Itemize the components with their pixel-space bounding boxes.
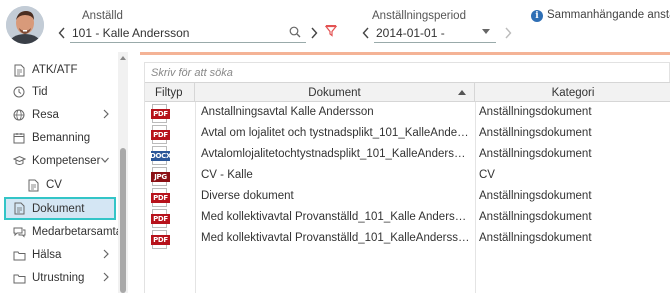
sidebar-item-resa[interactable]: Resa xyxy=(4,104,116,126)
document-category: Anställningsdokument xyxy=(479,148,592,160)
document-category: Anställningsdokument xyxy=(479,232,592,244)
next-employee-icon[interactable] xyxy=(308,24,320,42)
table-row[interactable]: PDF Med kollektivavtal Provanställd_101_K… xyxy=(145,229,670,249)
pdf-file-icon: PDF xyxy=(151,209,170,229)
sidebar-item-label: Tid xyxy=(32,86,48,98)
next-period-icon[interactable] xyxy=(502,24,514,42)
search-input[interactable] xyxy=(145,63,669,82)
sidebar-item-kompetenser[interactable]: Kompetenser xyxy=(4,150,116,172)
sidebar-item-tid[interactable]: Tid xyxy=(4,81,116,103)
sidebar-item-label: Utrustning xyxy=(32,272,85,284)
graduation-cap-icon xyxy=(12,154,26,168)
chevron-right-icon xyxy=(102,271,110,286)
sidebar: ATK/ATF Tid Resa Bemanning Kompetenser C… xyxy=(0,52,128,293)
document-icon xyxy=(26,178,40,192)
grid-search xyxy=(144,62,670,82)
panel-accent-line xyxy=(140,52,670,55)
dropdown-icon[interactable] xyxy=(482,29,490,34)
file-type-badge: PDF xyxy=(151,109,170,119)
info-text: Sammanhängande anställning xyxy=(547,9,670,21)
pdf-file-icon: PDF xyxy=(151,230,170,250)
previous-employee-icon[interactable] xyxy=(56,24,68,42)
column-header-document[interactable]: Dokument xyxy=(195,83,475,102)
document-name[interactable]: Avtalomlojalitetochtystnadsplikt_101_Kal… xyxy=(201,148,471,160)
search-icon[interactable] xyxy=(289,26,301,41)
table-row[interactable]: DOCX Avtalomlojalitetochtystnadsplikt_101… xyxy=(145,145,670,165)
document-name[interactable]: Anstallningsavtal Kalle Andersson xyxy=(201,106,471,118)
previous-period-icon[interactable] xyxy=(360,24,372,42)
docx-file-icon: DOCX xyxy=(149,146,172,166)
table-row[interactable]: PDF Diverse dokument Anställningsdokument xyxy=(145,187,670,207)
column-header-category[interactable]: Kategori xyxy=(475,83,670,102)
documents-grid: Filtyp Dokument Kategori PDF Anstallnings… xyxy=(144,82,670,293)
jpg-file-icon: JPG xyxy=(151,167,170,187)
sidebar-item-label: Hälsa xyxy=(32,249,62,261)
document-category: CV xyxy=(479,169,495,181)
table-row[interactable]: PDF Avtal om lojalitet och tystnadsplikt_… xyxy=(145,124,670,144)
sidebar-item-label: Resa xyxy=(32,109,59,121)
document-icon xyxy=(12,202,26,216)
employee-input[interactable] xyxy=(70,23,306,43)
chevron-right-icon xyxy=(102,248,110,263)
sidebar-item-bemanning[interactable]: Bemanning xyxy=(4,127,116,149)
employee-label: Anställd xyxy=(82,10,123,22)
sidebar-item-label: Medarbetarsamtal xyxy=(32,226,125,238)
sidebar-scrollbar[interactable] xyxy=(118,52,128,293)
chevron-down-icon xyxy=(100,154,110,169)
document-category: Anställningsdokument xyxy=(479,106,592,118)
sidebar-item-label: CV xyxy=(46,179,62,191)
table-row[interactable]: PDF Anstallningsavtal Kalle Andersson Anst… xyxy=(145,103,670,123)
scrollbar-thumb[interactable] xyxy=(120,148,126,293)
info-icon: i xyxy=(531,10,543,22)
sidebar-item-halsa[interactable]: Hälsa xyxy=(4,244,116,266)
pdf-file-icon: PDF xyxy=(151,104,170,124)
file-type-badge: JPG xyxy=(151,172,170,182)
document-name[interactable]: Med kollektivavtal Provanställd_101_Kall… xyxy=(201,232,471,244)
period-select[interactable] xyxy=(374,23,496,43)
document-icon xyxy=(12,63,26,77)
chevron-right-icon xyxy=(102,108,110,123)
chat-icon xyxy=(12,225,26,239)
sidebar-item-dokument[interactable]: Dokument xyxy=(4,197,116,220)
document-name[interactable]: Med kollektivavtal Provanställd_101_Kall… xyxy=(201,211,471,223)
pdf-file-icon: PDF xyxy=(151,188,170,208)
avatar[interactable] xyxy=(6,6,44,44)
grid-header: Filtyp Dokument Kategori xyxy=(145,82,670,102)
folder-icon xyxy=(12,271,26,285)
sort-ascending-icon xyxy=(458,90,466,95)
document-name[interactable]: CV - Kalle xyxy=(201,169,471,181)
period-label: Anställningsperiod xyxy=(372,10,466,22)
document-category: Anställningsdokument xyxy=(479,211,592,223)
file-type-badge: PDF xyxy=(151,130,170,140)
sidebar-item-label: Dokument xyxy=(32,202,85,215)
sidebar-item-label: ATK/ATF xyxy=(32,64,78,76)
sidebar-item-utrustning[interactable]: Utrustning xyxy=(4,267,116,289)
document-category: Anställningsdokument xyxy=(479,190,592,202)
header: Anställd Anställningsperiod i Sammanhäng… xyxy=(0,0,670,52)
document-name[interactable]: Avtal om lojalitet och tystnadsplikt_101… xyxy=(201,127,471,139)
table-row[interactable]: PDF Med kollektivavtal Provanställd_101_K… xyxy=(145,208,670,228)
scroll-up-icon[interactable] xyxy=(120,56,126,60)
sidebar-item-label: Kompetenser xyxy=(32,155,101,167)
pdf-file-icon: PDF xyxy=(151,125,170,145)
sidebar-item-atk-atf[interactable]: ATK/ATF xyxy=(4,59,116,81)
document-name[interactable]: Diverse dokument xyxy=(201,190,471,202)
file-type-badge: PDF xyxy=(151,235,170,245)
table-row[interactable]: JPG CV - Kalle CV xyxy=(145,166,670,186)
sidebar-item-medarbetarsamtal[interactable]: Medarbetarsamtal xyxy=(4,221,125,243)
file-type-badge: PDF xyxy=(151,214,170,224)
column-header-filetype[interactable]: Filtyp xyxy=(145,83,195,102)
sidebar-item-label: Bemanning xyxy=(32,132,91,144)
calendar-icon xyxy=(12,131,26,145)
clock-icon xyxy=(12,85,26,99)
document-category: Anställningsdokument xyxy=(479,127,592,139)
filter-icon[interactable] xyxy=(324,25,338,40)
folder-icon xyxy=(12,248,26,262)
globe-icon xyxy=(12,108,26,122)
file-type-badge: DOCX xyxy=(149,151,172,161)
file-type-badge: PDF xyxy=(151,193,170,203)
sidebar-item-cv[interactable]: CV xyxy=(4,174,116,196)
